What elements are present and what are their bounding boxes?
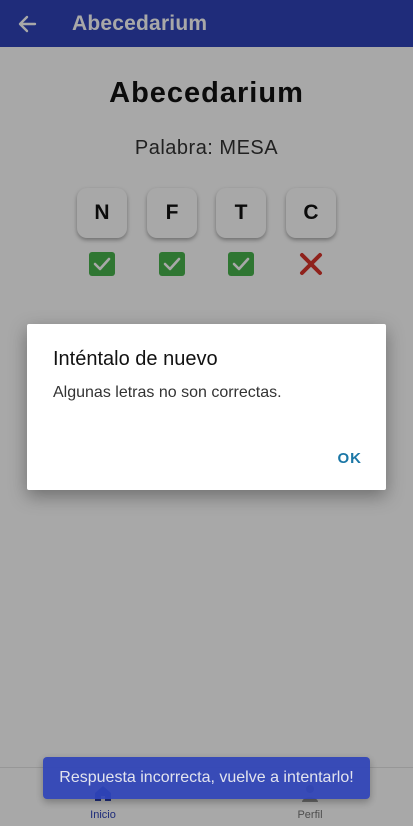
alert-dialog: Inténtalo de nuevo Algunas letras no son… bbox=[27, 324, 386, 490]
dialog-title: Inténtalo de nuevo bbox=[53, 348, 218, 370]
snackbar-message: Respuesta incorrecta, vuelve a intentarl… bbox=[59, 769, 354, 786]
dialog-message: Algunas letras no son correctas. bbox=[53, 384, 282, 401]
snackbar: Respuesta incorrecta, vuelve a intentarl… bbox=[43, 757, 370, 799]
dialog-ok-button[interactable]: OK bbox=[338, 450, 363, 467]
